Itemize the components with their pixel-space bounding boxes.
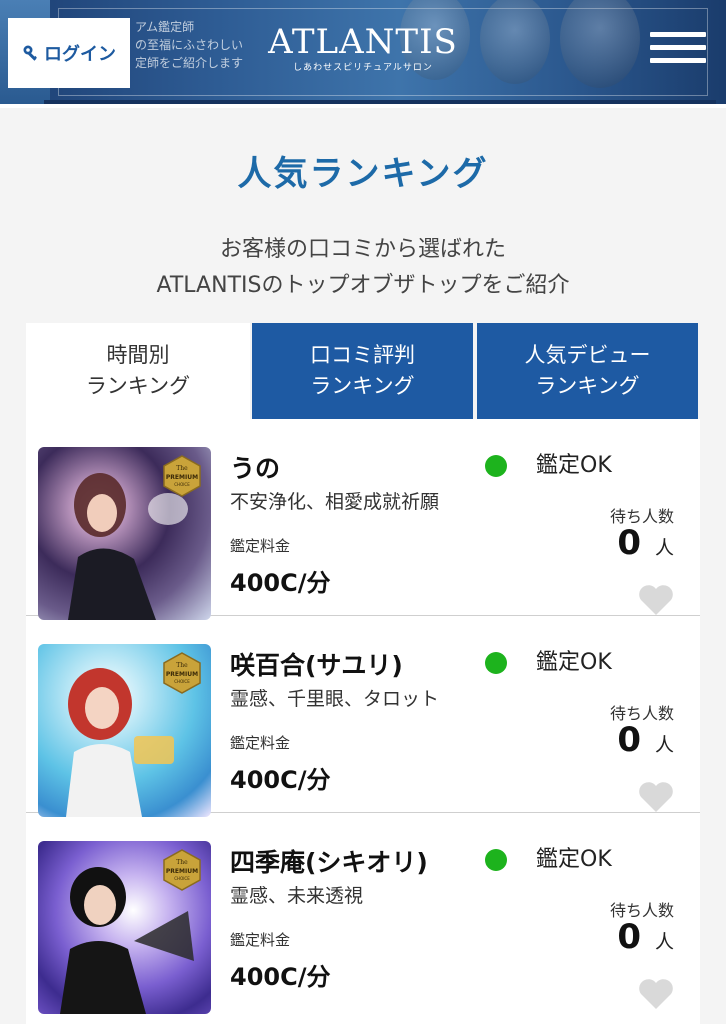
fee-value: 400C/分 [230, 963, 331, 991]
heart-icon[interactable] [638, 583, 674, 616]
badge-the: The [176, 662, 188, 669]
status-text: 鑑定OK [536, 453, 612, 478]
site-logo-subtitle: しあわせスピリチュアルサロン [293, 63, 433, 73]
fee-label: 鑑定料金 [230, 931, 291, 949]
tab-review-ranking[interactable]: 口コミ評判 ランキング [252, 323, 473, 419]
fee-value: 400C/分 [230, 569, 331, 597]
status-dot-icon [485, 455, 507, 477]
fortune-teller-name[interactable]: うの [230, 449, 280, 485]
status-dot-icon [485, 652, 507, 674]
wait-count: 0 人 [617, 720, 674, 760]
fee-value: 400C/分 [230, 766, 331, 794]
fortune-teller-name[interactable]: 咲百合(サユリ) [230, 646, 403, 682]
status-dot-icon [485, 849, 507, 871]
wait-count: 0 人 [617, 917, 674, 957]
fortune-teller-name[interactable]: 四季庵(シキオリ) [230, 843, 428, 879]
heart-icon[interactable] [638, 780, 674, 813]
premium-badge-icon: The PREMIUM CHOICE [163, 849, 201, 891]
fortune-teller-photo[interactable]: The PREMIUM CHOICE [38, 447, 211, 620]
specialty-tags: 不安浄化、相愛成就祈願 [230, 491, 440, 513]
login-button[interactable]: ログイン [8, 18, 130, 88]
wait-count-unit: 人 [654, 931, 674, 953]
badge-choice: CHOICE [174, 679, 190, 684]
tab-label-line: ランキング [310, 374, 415, 398]
site-logo[interactable]: ATLANTIS [268, 24, 458, 60]
login-label: ログイン [44, 44, 116, 65]
wait-count-number: 0 [617, 720, 641, 760]
intro-text: お客様の口コミから選ばれた ATLANTISのトップオブザトップをご紹介 [0, 232, 726, 304]
fortune-teller-photo[interactable]: The PREMIUM CHOICE [38, 841, 211, 1014]
banner-copy-line: の至福にふさわしい [135, 38, 244, 52]
heart-icon[interactable] [638, 977, 674, 1010]
list-item[interactable]: The PREMIUM CHOICE 咲百合(サユリ) 霊感、千里眼、タロット … [26, 616, 700, 817]
wait-count-number: 0 [617, 523, 641, 563]
wait-count-unit: 人 [654, 537, 674, 559]
intro-line-1: お客様の口コミから選ばれた [219, 237, 506, 262]
badge-choice: CHOICE [174, 876, 190, 881]
menu-bar [650, 45, 706, 50]
badge-the: The [176, 859, 188, 866]
tab-label-line: 時間別 [106, 343, 170, 367]
tab-label-line: 口コミ評判 [310, 343, 415, 367]
menu-bar [650, 58, 706, 63]
site-header: アム鑑定師 の至福にふさわしい 定師をご紹介します ATLANTIS しあわせス… [0, 0, 726, 108]
banner-copy: アム鑑定師 の至福にふさわしい 定師をご紹介します [135, 18, 243, 72]
badge-premium: PREMIUM [166, 868, 198, 875]
key-icon [23, 45, 37, 61]
fee-label: 鑑定料金 [230, 537, 291, 555]
wait-count: 0 人 [617, 523, 674, 563]
fortune-teller-list: The PREMIUM CHOICE うの 不安浄化、相愛成就祈願 鑑定料金 4… [26, 419, 700, 1024]
specialty-tags: 霊感、千里眼、タロット [230, 688, 440, 710]
ranking-tabs: 時間別 ランキング 口コミ評判 ランキング 人気デビュー ランキング [26, 323, 700, 419]
status-text: 鑑定OK [536, 650, 612, 675]
list-item[interactable]: The PREMIUM CHOICE うの 不安浄化、相愛成就祈願 鑑定料金 4… [26, 419, 700, 620]
banner-copy-line: アム鑑定師 [135, 20, 195, 34]
fee-label: 鑑定料金 [230, 734, 291, 752]
wait-count-number: 0 [617, 917, 641, 957]
badge-premium: PREMIUM [166, 671, 198, 678]
page-title: 人気ランキング [237, 154, 489, 194]
status-text: 鑑定OK [536, 847, 612, 872]
tab-label-line: ランキング [535, 374, 640, 398]
list-item[interactable]: The PREMIUM CHOICE 四季庵(シキオリ) 霊感、未来透視 鑑定料… [26, 813, 700, 1014]
tab-debut-ranking[interactable]: 人気デビュー ランキング [477, 323, 698, 419]
badge-the: The [176, 465, 188, 472]
tab-label-line: 人気デビュー [524, 343, 651, 367]
wait-count-unit: 人 [654, 734, 674, 756]
hamburger-menu-icon[interactable] [650, 32, 706, 72]
menu-bar [650, 32, 706, 37]
intro-line-2: ATLANTISのトップオブザトップをご紹介 [156, 273, 570, 298]
premium-badge-icon: The PREMIUM CHOICE [163, 652, 201, 694]
tab-hourly-ranking[interactable]: 時間別 ランキング [26, 323, 250, 419]
badge-choice: CHOICE [174, 482, 190, 487]
banner-copy-line: 定師をご紹介します [135, 56, 244, 70]
fortune-teller-photo[interactable]: The PREMIUM CHOICE [38, 644, 211, 817]
tab-label-line: ランキング [85, 374, 191, 398]
premium-badge-icon: The PREMIUM CHOICE [163, 455, 201, 497]
badge-premium: PREMIUM [166, 474, 198, 481]
specialty-tags: 霊感、未来透視 [230, 885, 364, 907]
